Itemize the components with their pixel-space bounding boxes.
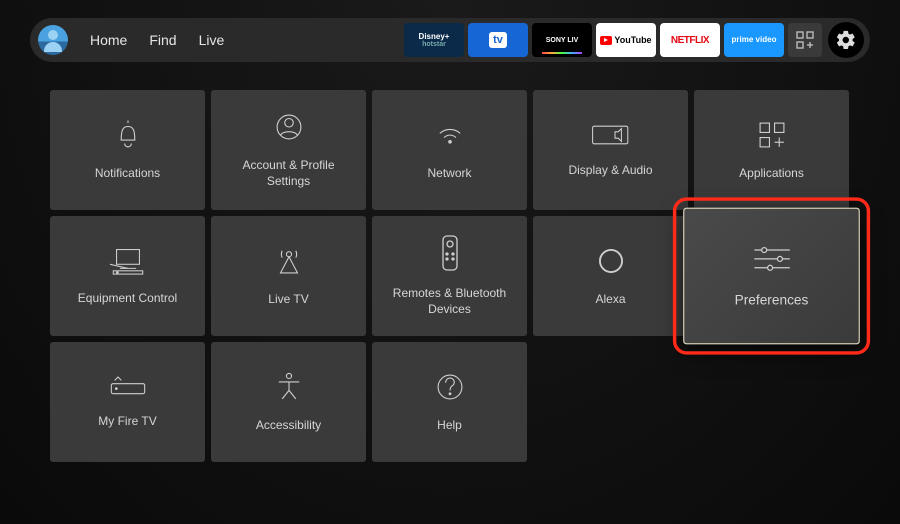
app-netflix[interactable]: NETFLIX — [660, 23, 720, 57]
card-equipment-control[interactable]: Equipment Control — [50, 216, 205, 336]
nav-find[interactable]: Find — [149, 32, 176, 48]
settings-grid: Notifications Account & Profile Settings… — [50, 90, 850, 462]
app-primevideo-label: prime video — [732, 36, 777, 44]
bell-icon — [111, 118, 145, 152]
top-nav-bar: Home Find Live Disney+ hotstar tv SONY L… — [30, 18, 870, 62]
firetv-icon — [108, 374, 148, 400]
card-live-tv[interactable]: Live TV — [211, 216, 366, 336]
settings-gear-button[interactable] — [828, 22, 864, 58]
card-alexa[interactable]: Alexa — [533, 216, 688, 336]
app-sony-label: SONY LIV — [546, 37, 579, 44]
card-display-audio-label: Display & Audio — [568, 163, 652, 179]
gear-icon — [835, 29, 857, 51]
profile-avatar[interactable] — [38, 25, 68, 55]
card-equipment-label: Equipment Control — [78, 291, 177, 307]
sliders-icon — [750, 242, 793, 276]
app-sony-liv[interactable]: SONY LIV — [532, 23, 592, 57]
card-applications-label: Applications — [739, 166, 804, 182]
antenna-icon — [272, 244, 306, 278]
nav-home[interactable]: Home — [90, 32, 127, 48]
card-remotes-label: Remotes & Bluetooth Devices — [385, 286, 515, 317]
nav-live[interactable]: Live — [199, 32, 225, 48]
card-help[interactable]: Help — [372, 342, 527, 462]
account-icon — [272, 110, 306, 144]
app-disney-label1: Disney+ — [419, 33, 450, 41]
card-alexa-label: Alexa — [595, 292, 625, 308]
card-help-label: Help — [437, 418, 462, 434]
card-livetv-label: Live TV — [268, 292, 308, 308]
card-preferences[interactable]: Preferences — [683, 208, 860, 345]
accessibility-icon — [272, 370, 306, 404]
help-icon — [433, 370, 467, 404]
applications-icon — [755, 118, 789, 152]
card-notifications-label: Notifications — [95, 166, 160, 182]
app-youtube-label: YouTube — [614, 35, 651, 45]
card-network-label: Network — [427, 166, 471, 182]
app-youtube[interactable]: YouTube — [596, 23, 656, 57]
app-tv[interactable]: tv — [468, 23, 528, 57]
app-disney-label2: hotstar — [422, 41, 446, 48]
app-prime-video[interactable]: prime video — [724, 23, 784, 57]
card-network[interactable]: Network — [372, 90, 527, 210]
apps-grid-icon — [796, 31, 814, 49]
app-netflix-label: NETFLIX — [671, 35, 709, 46]
card-my-fire-tv[interactable]: My Fire TV — [50, 342, 205, 462]
app-disney-hotstar[interactable]: Disney+ hotstar — [404, 23, 464, 57]
remote-icon — [439, 234, 461, 272]
card-accessibility[interactable]: Accessibility — [211, 342, 366, 462]
card-applications[interactable]: Applications — [694, 90, 849, 210]
card-display-audio[interactable]: Display & Audio — [533, 90, 688, 210]
equipment-icon — [110, 245, 146, 277]
youtube-icon — [600, 36, 612, 45]
apps-grid-button[interactable] — [788, 23, 822, 57]
alexa-icon — [594, 244, 628, 278]
app-tv-label: tv — [489, 32, 507, 48]
card-account-profile[interactable]: Account & Profile Settings — [211, 90, 366, 210]
card-preferences-label: Preferences — [735, 292, 809, 310]
wifi-icon — [433, 118, 467, 152]
card-myfiretv-label: My Fire TV — [98, 414, 156, 430]
card-remotes-bluetooth[interactable]: Remotes & Bluetooth Devices — [372, 216, 527, 336]
card-notifications[interactable]: Notifications — [50, 90, 205, 210]
display-audio-icon — [591, 121, 631, 149]
card-account-label: Account & Profile Settings — [224, 158, 354, 189]
card-accessibility-label: Accessibility — [256, 418, 321, 434]
nav-links: Home Find Live — [90, 32, 224, 48]
